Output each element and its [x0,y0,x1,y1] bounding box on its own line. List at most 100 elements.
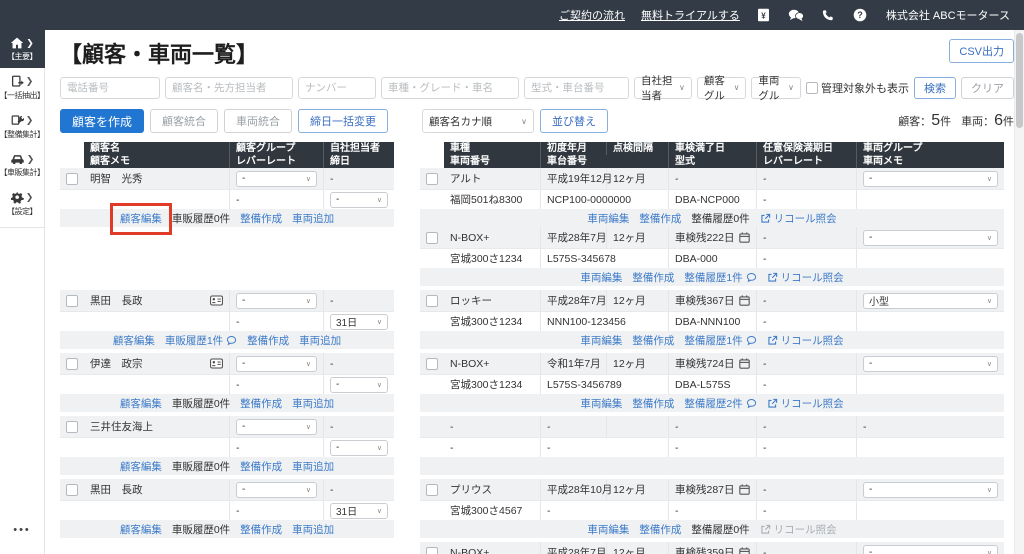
sidebar-more-button[interactable]: ••• [13,524,31,536]
row-checkbox[interactable] [426,358,438,370]
vehicle-group-select[interactable]: -∨ [863,230,998,246]
closing-day-select[interactable]: 31日∨ [330,314,388,330]
sidebar-item-wrench[interactable]: ❯【整備集計】 [0,107,45,146]
closing-day-select[interactable]: 31日∨ [330,503,388,519]
customer-action-link[interactable]: 整備作成 [240,459,282,474]
customer-action-link[interactable]: 整備作成 [247,333,289,348]
plate-number-search-input[interactable] [298,77,376,99]
customer-action-link[interactable]: 車販履歴1件 [165,333,237,348]
sidebar-item-export[interactable]: ❯【一括抽出】 [0,68,45,107]
row-checkbox[interactable] [66,484,78,496]
row-checkbox[interactable] [426,232,438,244]
customer-action-link[interactable]: 車両追加 [292,211,334,226]
customer-group-select[interactable]: -∨ [236,293,317,309]
merge-vehicle-button[interactable]: 車両統合 [224,109,292,133]
help-icon[interactable]: ? [852,7,868,23]
vehicle-action-link[interactable]: リコール照会 [767,270,844,285]
vehicle-group-select[interactable]: 車両グル∨ [751,77,801,99]
vehicle-action-link[interactable]: 車両編集 [580,396,622,411]
vehicle-action-link[interactable]: 整備作成 [632,333,674,348]
invoice-icon[interactable]: ¥ [756,7,772,23]
customer-action-link[interactable]: 顧客編集 [120,459,162,474]
customer-action-link[interactable]: 車両追加 [292,396,334,411]
row-checkbox[interactable] [66,358,78,370]
vehicle-action-link[interactable]: 整備作成 [632,396,674,411]
vehicle-action-link[interactable]: 整備作成 [639,522,681,537]
search-button[interactable]: 検索 [914,77,956,99]
vehicle-action-link[interactable]: 整備履歴1件 [684,270,756,285]
customer-action-link[interactable]: 顧客編集 [120,211,162,226]
customer-group-select[interactable]: 顧客グル∨ [697,77,747,99]
sort-button[interactable]: 並び替え [540,109,608,133]
vehicle-action-link[interactable]: リコール照会 [760,211,837,226]
row-checkbox[interactable] [426,173,438,185]
scrollbar-thumb[interactable] [1016,33,1023,128]
phone-icon[interactable] [820,7,836,23]
customer-action-link[interactable]: 顧客編集 [120,396,162,411]
vehicle-action-link[interactable]: 整備履歴2件 [684,396,756,411]
vehicle-action-link[interactable]: リコール照会 [767,396,844,411]
customer-action-link[interactable]: 顧客編集 [113,333,155,348]
calendar-icon[interactable] [739,295,750,306]
customer-group-select[interactable]: -∨ [236,356,317,372]
bulk-closing-change-button[interactable]: 締日一括変更 [298,109,388,133]
vehicle-group-select[interactable]: 小型∨ [863,293,998,309]
merge-customer-button[interactable]: 顧客統合 [150,109,218,133]
vehicle-action-link[interactable]: リコール照会 [760,522,837,537]
vehicle-group-select[interactable]: -∨ [863,482,998,498]
first-registration-cell: 平成28年7月 [541,542,607,554]
sidebar-item-home[interactable]: ❯【主要】 [0,30,45,68]
row-checkbox[interactable] [66,295,78,307]
staff-select[interactable]: 自社担当者∨ [634,77,692,99]
create-customer-button[interactable]: 顧客を作成 [60,109,144,133]
vehicle-action-link[interactable]: 車両編集 [587,211,629,226]
vehicle-action-link[interactable]: 車両編集 [580,270,622,285]
contract-flow-link[interactable]: ご契約の流れ [559,7,625,23]
sort-order-select[interactable]: 顧客名カナ順∨ [422,109,534,133]
row-checkbox[interactable] [426,484,438,496]
shaken-expiry-cell: 車検残367日 [669,290,757,311]
calendar-icon[interactable] [739,484,750,495]
customer-group-select[interactable]: -∨ [236,171,317,187]
show-unmanaged-checkbox[interactable] [806,82,818,94]
closing-day-select[interactable]: -∨ [330,377,388,393]
row-checkbox[interactable] [426,295,438,307]
vehicle-action-link[interactable]: 整備作成 [639,211,681,226]
customer-group-select[interactable]: -∨ [236,419,317,435]
clear-button[interactable]: クリア [961,77,1014,99]
vehicle-group-select[interactable]: -∨ [863,171,998,187]
phone-search-input[interactable] [60,77,160,99]
calendar-icon[interactable] [739,358,750,369]
record-counts: 顧客：5件 車両：6件 [898,112,1014,130]
vehicle-action-link[interactable]: 車両編集 [580,333,622,348]
vehicle-group-select[interactable]: -∨ [863,356,998,372]
closing-day-select[interactable]: -∨ [330,192,388,208]
row-checkbox[interactable] [66,173,78,185]
calendar-icon[interactable] [739,547,750,554]
vehicle-group-select[interactable]: -∨ [863,545,998,554]
customer-action-link[interactable]: 車両追加 [292,522,334,537]
customer-action-link[interactable]: 顧客編集 [120,522,162,537]
closing-day-select[interactable]: -∨ [330,440,388,456]
customer-action-link[interactable]: 車両追加 [292,459,334,474]
model-search-input[interactable] [381,77,519,99]
row-checkbox[interactable] [66,421,78,433]
customer-name-search-input[interactable] [165,77,293,99]
customer-action-link[interactable]: 整備作成 [240,396,282,411]
customer-action-link[interactable]: 車両追加 [299,333,341,348]
chat-icon[interactable] [788,7,804,23]
sidebar-item-car[interactable]: ❯【車販集計】 [0,146,45,184]
vehicle-action-link[interactable]: 整備作成 [632,270,674,285]
sidebar-item-gear[interactable]: ❯【設定】 [0,184,45,223]
vehicle-action-link[interactable]: 車両編集 [587,522,629,537]
vehicle-action-link[interactable]: 整備履歴1件 [684,333,756,348]
customer-action-link[interactable]: 整備作成 [240,211,282,226]
vehicle-action-link[interactable]: リコール照会 [767,333,844,348]
free-trial-link[interactable]: 無料トライアルする [641,7,740,23]
customer-action-link[interactable]: 整備作成 [240,522,282,537]
csv-export-button[interactable]: CSV出力 [949,39,1014,63]
row-checkbox[interactable] [426,547,438,554]
code-search-input[interactable] [524,77,629,99]
calendar-icon[interactable] [739,232,750,243]
customer-group-select[interactable]: -∨ [236,482,317,498]
